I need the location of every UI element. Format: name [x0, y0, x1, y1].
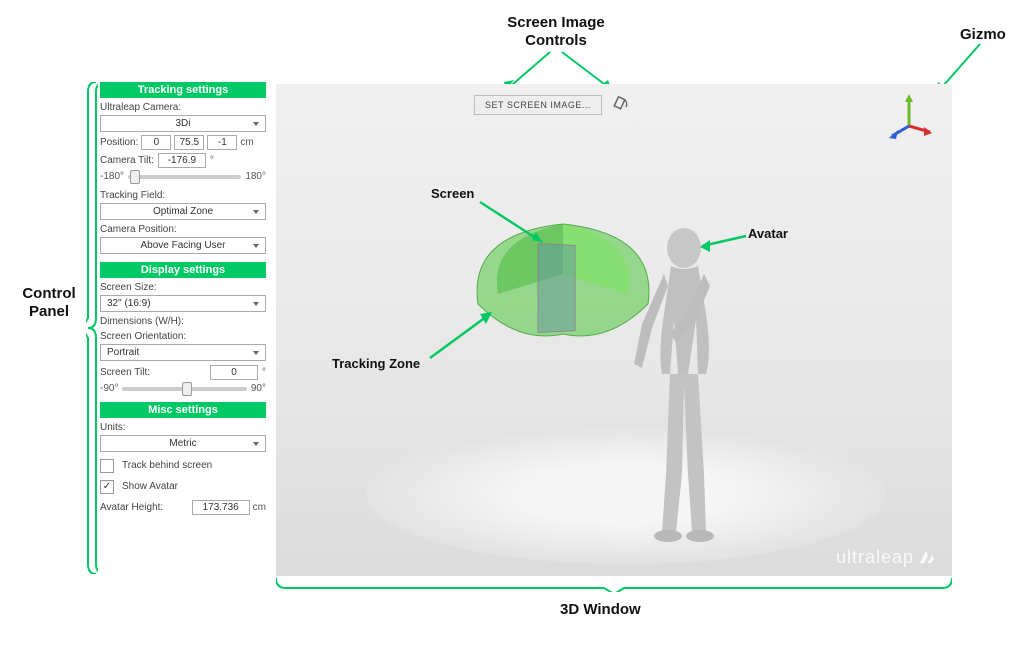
camera-tilt-unit: ° [210, 155, 214, 166]
avatar-height-input[interactable]: 173.736 [192, 500, 250, 515]
camera-label: Ultraleap Camera: [100, 102, 266, 113]
orientation-label: Screen Orientation: [100, 331, 266, 342]
tracking-field-select[interactable]: Optimal Zone [100, 203, 266, 220]
tracking-section: Tracking settings Ultraleap Camera: 3Di … [100, 82, 266, 254]
avatar-height-label: Avatar Height: [100, 502, 163, 513]
arrow-tracking-zone-icon [426, 308, 506, 364]
position-z-input[interactable]: -1 [207, 135, 237, 150]
annotation-control-panel: Control Panel [9, 285, 89, 321]
misc-section: Misc settings Units: Metric Track behind… [100, 402, 266, 515]
camera-position-select[interactable]: Above Facing User [100, 237, 266, 254]
virtual-screen [538, 243, 576, 333]
camera-select[interactable]: 3Di [100, 115, 266, 132]
arrow-avatar-icon [696, 232, 756, 256]
track-behind-label: Track behind screen [122, 460, 212, 471]
bracket-control-panel-icon [86, 82, 98, 574]
set-screen-image-button[interactable]: SET SCREEN IMAGE... [474, 95, 602, 115]
position-x-input[interactable]: 0 [141, 135, 171, 150]
screen-tilt-label: Screen Tilt: [100, 367, 150, 378]
screen-tilt-min: -90° [100, 383, 118, 394]
show-avatar-label: Show Avatar [122, 481, 178, 492]
tracking-zone-shape [458, 204, 668, 354]
annotation-screen-image-controls: Screen Image Controls [496, 14, 616, 50]
screen-size-label: Screen Size: [100, 282, 266, 293]
screen-size-select[interactable]: 32" (16:9) [100, 295, 266, 312]
brand-logo: ultraleap [836, 547, 936, 568]
annotation-avatar: Avatar [748, 226, 788, 241]
screen-tilt-slider[interactable] [122, 387, 246, 391]
3d-viewport[interactable]: SET SCREEN IMAGE... [276, 84, 952, 576]
units-select[interactable]: Metric [100, 435, 266, 452]
camera-tilt-min: -180° [100, 171, 124, 182]
display-section: Display settings Screen Size: 32" (16:9)… [100, 262, 266, 394]
show-avatar-checkbox[interactable]: ✓ [100, 480, 114, 494]
arrow-screen-icon [476, 198, 556, 248]
screen-tilt-unit: ° [262, 367, 266, 378]
annotation-screen: Screen [431, 186, 474, 201]
units-label: Units: [100, 422, 266, 433]
position-label: Position: [100, 137, 138, 148]
camera-tilt-label: Camera Tilt: [100, 155, 154, 166]
camera-tilt-input[interactable]: -176.9 [158, 153, 206, 168]
brand-icon [918, 549, 936, 567]
position-unit: cm [240, 137, 253, 148]
orientation-select[interactable]: Portrait [100, 344, 266, 361]
camera-position-label: Camera Position: [100, 224, 266, 235]
camera-tilt-max: 180° [245, 171, 266, 182]
misc-header: Misc settings [100, 402, 266, 418]
tracking-header: Tracking settings [100, 82, 266, 98]
screen-tilt-input[interactable]: 0 [210, 365, 258, 380]
track-behind-checkbox[interactable] [100, 459, 114, 473]
annotation-3d-window: 3D Window [560, 601, 641, 618]
annotation-tracking-zone: Tracking Zone [332, 356, 420, 371]
dimensions-label: Dimensions (W/H): [100, 316, 266, 327]
rotate-screen-icon[interactable] [610, 93, 632, 115]
display-header: Display settings [100, 262, 266, 278]
position-y-input[interactable]: 75.5 [174, 135, 204, 150]
floor-platform [366, 424, 886, 564]
bracket-3d-window-icon [276, 578, 952, 592]
camera-tilt-slider[interactable] [128, 175, 241, 179]
control-panel: Tracking settings Ultraleap Camera: 3Di … [100, 82, 266, 523]
tracking-field-label: Tracking Field: [100, 190, 266, 201]
orientation-gizmo[interactable] [884, 92, 934, 142]
avatar-height-unit: cm [253, 502, 266, 513]
screen-tilt-max: 90° [251, 383, 266, 394]
annotation-gizmo: Gizmo [960, 26, 1006, 43]
